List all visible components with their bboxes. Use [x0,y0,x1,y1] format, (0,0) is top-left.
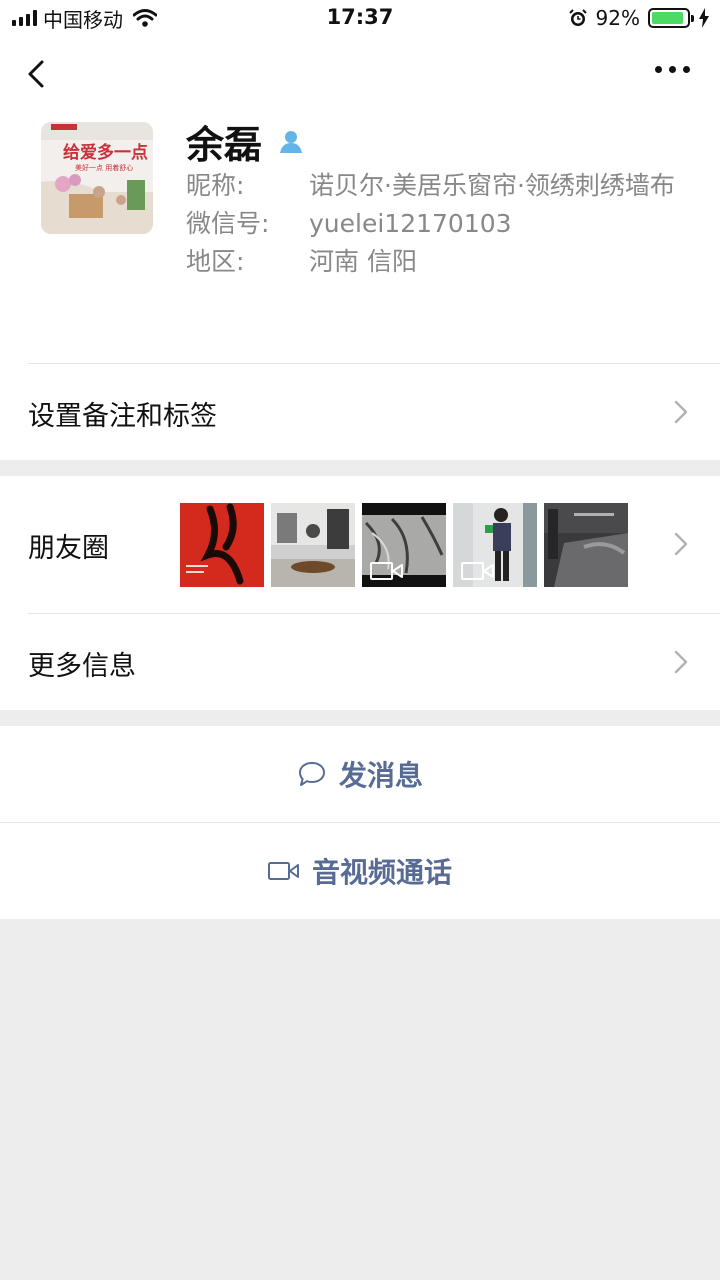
person-badge-icon [280,130,303,153]
battery-percent: 92% [595,6,640,30]
chevron-right-icon [674,400,688,424]
more-icon[interactable] [655,66,690,73]
avatar-headline: 给爱多一点 [63,142,148,163]
send-message-button[interactable]: 发消息 [0,726,720,822]
avatar[interactable]: 给爱多一点 美好一点 用着舒心 [41,122,153,234]
battery-icon [648,8,694,28]
back-icon[interactable] [24,54,52,94]
moments-row[interactable]: 朋友圈 [0,476,720,613]
chat-bubble-icon [298,762,325,786]
moments-thumbnail [271,503,355,587]
moments-video-thumbnail [453,503,537,587]
actions-section: 发消息 音视频通话 [0,726,720,919]
more-info-row[interactable]: 更多信息 [0,614,720,710]
nickname-value: 诺贝尔·美居乐窗帘·领绣刺绣墙布 [309,171,675,200]
video-camera-icon [370,562,403,580]
region-label: 地区: [186,247,245,276]
chevron-right-icon [674,532,688,556]
video-call-icon [267,862,299,880]
set-remark-tags-row[interactable]: 设置备注和标签 [0,364,720,460]
moments-thumbnail [180,503,264,587]
video-camera-icon [461,562,494,580]
chevron-right-icon [674,650,688,674]
moments-video-thumbnail [362,503,446,587]
moments-label: 朋友圈 [28,533,109,564]
video-call-button[interactable]: 音视频通话 [0,823,720,919]
avatar-subline: 美好一点 用着舒心 [75,163,133,172]
more-info-label: 更多信息 [28,651,136,682]
video-call-label: 音视频通话 [311,856,452,889]
charging-icon [699,8,709,28]
alarm-icon [568,9,587,26]
send-message-label: 发消息 [338,759,423,792]
contact-name: 余磊 [186,123,263,167]
set-remark-tags-label: 设置备注和标签 [28,401,217,432]
moments-thumbnail [544,503,628,587]
profile-card: 给爱多一点 美好一点 用着舒心 余磊 昵称: 诺贝尔·美居乐窗帘·领绣刺绣墙布 … [0,36,720,460]
nickname-label: 昵称: [186,171,245,200]
status-bar: 中国移动 17:37 92% [0,0,720,36]
wechat-id-label: 微信号: [186,209,270,238]
region-value: 河南 信阳 [309,247,417,276]
details-section: 朋友圈 更多信息 [0,476,720,710]
profile-info: 昵称: 诺贝尔·美居乐窗帘·领绣刺绣墙布 微信号: yuelei12170103… [186,170,686,284]
wechat-id-value: yuelei12170103 [309,209,512,238]
